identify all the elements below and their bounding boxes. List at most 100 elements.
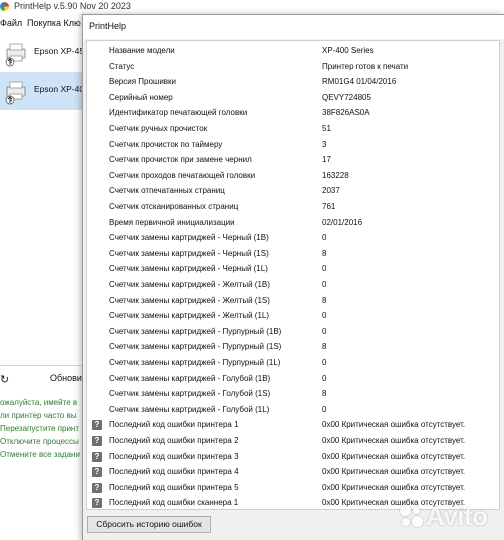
printer-name: Epson XP-40 — [34, 84, 85, 94]
info-row: Счетчик проходов печатающей головки 16322… — [87, 169, 499, 184]
info-row: Счетчик замены картриджей - Пурпурный (1… — [87, 356, 499, 371]
info-row-value: 17 — [322, 155, 331, 165]
info-row-label: Счетчик замены картриджей - Голубой (1L) — [109, 404, 270, 414]
printer-list-item[interactable]: Epson XP-45 — [0, 34, 85, 72]
info-row: Счетчик замены картриджей - Пурпурный (1… — [87, 340, 499, 355]
hints-list: ожалуйста, имейте в ли принтер часто вы … — [0, 396, 82, 461]
reset-error-history-button[interactable]: Сбросить историю ошибок — [87, 516, 211, 533]
info-row: Счетчик замены картриджей - Желтый (1B) 0 — [87, 278, 499, 293]
info-row-label: Последний код ошибки сканнера 1 — [109, 498, 239, 508]
printer-info-list: Название модели XP-400 Series Статус Принте… — [86, 40, 500, 510]
info-row: ? Последний код ошибки принтера 1 0x00 Кри… — [87, 418, 499, 433]
info-row: Название модели XP-400 Series — [87, 44, 499, 59]
menubar: Файл Покупка Клю — [0, 16, 90, 32]
main-window-title: PrintHelp v.5.90 Nov 20 2023 — [14, 1, 131, 11]
info-row-label: Счетчик замены картриджей - Пурпурный (1… — [109, 342, 282, 352]
hint-line: ожалуйста, имейте в — [0, 398, 78, 407]
info-row-value: 0x00 Критическая ошибка отсутствует. — [322, 420, 466, 430]
info-row: Счетчик отпечатанных страниц 2037 — [87, 184, 499, 199]
info-row-value: 8 — [322, 295, 327, 305]
info-row-value: 3 — [322, 139, 327, 149]
info-row-label: Последний код ошибки принтера 3 — [109, 451, 239, 461]
help-question-icon[interactable]: ? — [92, 498, 102, 509]
info-row-label: Счетчик замены картриджей - Пурпурный (1… — [109, 358, 281, 367]
info-row-label: Серийный номер — [109, 92, 173, 102]
printer-name: Epson XP-45 — [34, 46, 85, 56]
info-row-value: QEVY724805 — [322, 92, 371, 102]
hint-line: Отключите процессы — [0, 437, 79, 446]
help-question-icon[interactable]: ? — [92, 451, 102, 462]
info-row: Счетчик замены картриджей - Черный (1B) 0 — [87, 231, 499, 246]
info-row-value: 2037 — [322, 186, 340, 196]
info-row: Счетчик замены картриджей - Желтый (1L) 0 — [87, 309, 499, 324]
help-question-icon[interactable]: ? — [92, 467, 102, 478]
info-row-value: 0 — [322, 358, 327, 367]
help-question-icon[interactable]: ? — [92, 436, 102, 446]
info-row-label: Последний код ошибки принтера 2 — [109, 436, 239, 445]
dialog-titlebar[interactable]: PrintHelp — [83, 15, 504, 39]
info-row: Счетчик отсканированных страниц 761 — [87, 200, 499, 215]
info-row-label: Название модели — [109, 46, 175, 55]
info-row: ? Последний код ошибки принтера 3 0x00 Кри… — [87, 450, 499, 465]
printer-list: Epson XP-45 Epson XP-40 — [0, 34, 85, 114]
info-row: Счетчик замены картриджей - Пурпурный (1… — [87, 325, 499, 340]
app-icon — [0, 2, 9, 11]
info-row: Счетчик замены картриджей - Голубой (1L)… — [87, 403, 499, 418]
info-row-label: Время первичной инициализации — [109, 217, 235, 227]
refresh-icon[interactable]: ↻ — [0, 373, 9, 386]
info-row-value: 8 — [322, 342, 327, 352]
info-row: Счетчик замены картриджей - Голубой (1B)… — [87, 372, 499, 387]
info-row-label: Счетчик замены картриджей - Черный (1S) — [109, 248, 269, 258]
info-row: ? Последний код ошибки принтера 4 0x00 Кри… — [87, 465, 499, 480]
info-row: Серийный номер QEVY724805 — [87, 91, 499, 106]
info-row-value: 0x00 Критическая ошибка отсутствует. — [322, 482, 466, 492]
menu-buy-key[interactable]: Покупка Клю — [27, 18, 81, 28]
info-row: Счетчик замены картриджей - Голубой (1S)… — [87, 387, 499, 402]
printer-list-item-selected[interactable]: Epson XP-40 — [0, 72, 85, 110]
info-row: Счетчик ручных прочисток 51 — [87, 122, 499, 137]
refresh-button[interactable]: Обнови — [50, 373, 82, 383]
info-row: Статус Принтер готов к печати — [87, 60, 499, 75]
info-row-value: 8 — [322, 389, 327, 399]
info-row-label: Счетчик замены картриджей - Голубой (1B) — [109, 373, 271, 383]
info-row-label: Счетчик прочисток при замене чернил — [109, 155, 252, 165]
printer-info-dialog: PrintHelp Название модели XP-400 Series Ст… — [82, 14, 504, 540]
info-row-label: Счетчик замены картриджей - Желтый (1S) — [109, 295, 270, 305]
info-row-value: 0 — [322, 326, 327, 336]
info-row-value: 0x00 Критическая ошибка отсутствует. — [322, 436, 466, 445]
divider — [0, 365, 82, 366]
hint-line: Перезапустите принт — [0, 424, 79, 433]
help-question-icon[interactable]: ? — [92, 482, 102, 493]
info-row-label: Счетчик замены картриджей - Голубой (1S) — [109, 389, 271, 399]
info-row-label: Версия Прошивки — [109, 77, 177, 87]
main-titlebar: PrintHelp v.5.90 Nov 20 2023 — [0, 0, 504, 14]
info-row-label: Последний код ошибки принтера 1 — [109, 420, 239, 430]
info-row: ? Последний код ошибки принтера 5 0x00 Кри… — [87, 481, 499, 496]
info-row-label: Счетчик прочисток по таймеру — [109, 139, 223, 149]
dialog-title: PrintHelp — [89, 21, 127, 31]
hint-line: ли принтер часто вы — [0, 411, 77, 420]
info-row: Счетчик замены картриджей - Черный (1L) 0 — [87, 262, 499, 277]
info-row: Версия Прошивки RM01G4 01/04/2016 — [87, 75, 499, 90]
help-question-icon[interactable]: ? — [92, 420, 102, 431]
info-row-value: 0 — [322, 311, 327, 321]
info-row-label: Счетчик замены картриджей - Черный (1B) — [109, 233, 269, 243]
hint-line: Отмените все задани — [0, 450, 80, 459]
menu-file[interactable]: Файл — [0, 18, 22, 28]
info-row-label: Счетчик замены картриджей - Желтый (1L) — [109, 311, 270, 321]
info-row: Счетчик замены картриджей - Черный (1S) 8 — [87, 247, 499, 262]
info-row-value: RM01G4 01/04/2016 — [322, 77, 397, 87]
info-row-value: 0 — [322, 404, 327, 414]
info-row: Идентификатор печатающей головки 38F826AS… — [87, 106, 499, 121]
info-row-value: 0 — [322, 373, 327, 383]
info-row-label: Счетчик замены картриджей - Черный (1L) — [109, 264, 268, 274]
info-row-label: Последний код ошибки принтера 4 — [109, 467, 239, 477]
info-row-value: 0x00 Критическая ошибка отсутствует. — [322, 498, 466, 508]
info-row-label: Статус — [109, 61, 135, 71]
info-row-value: 163228 — [322, 170, 349, 180]
info-row-value: 02/01/2016 — [322, 217, 363, 227]
info-row-label: Последний код ошибки принтера 5 — [109, 482, 239, 492]
info-row-label: Счетчик проходов печатающей головки — [109, 170, 256, 180]
info-row-value: 8 — [322, 248, 327, 258]
info-row-label: Счетчик замены картриджей - Пурпурный (1… — [109, 326, 282, 336]
